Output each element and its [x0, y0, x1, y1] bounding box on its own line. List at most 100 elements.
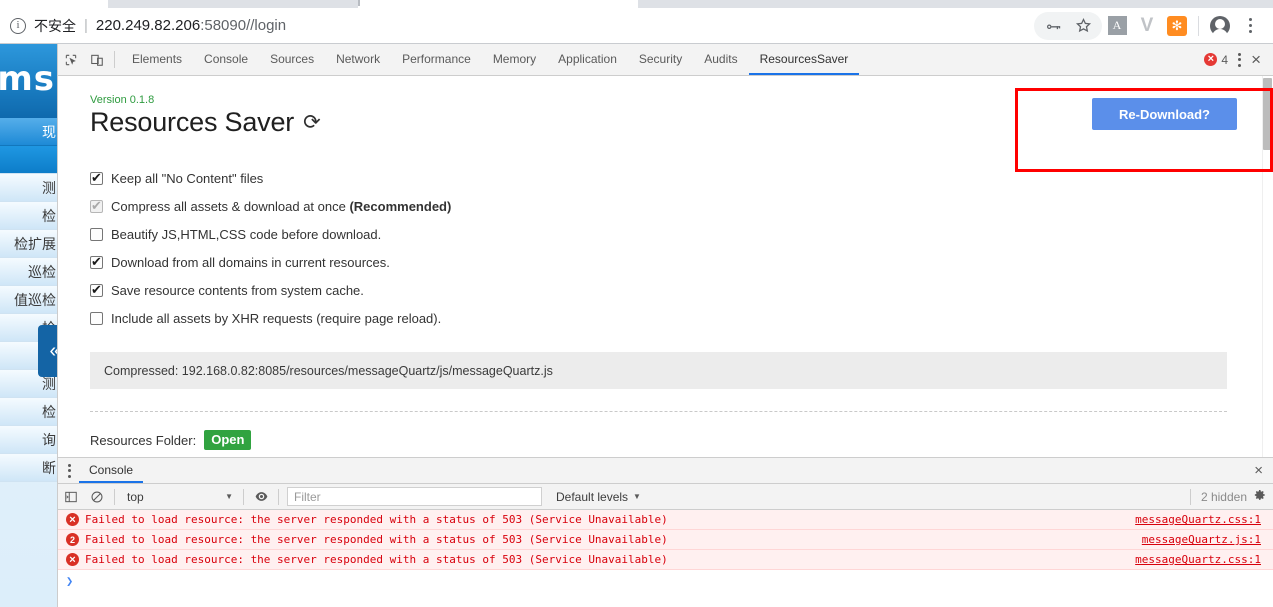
option-row-4[interactable]: Save resource contents from system cache…: [90, 276, 1237, 304]
option-row-0[interactable]: Keep all "No Content" files: [90, 164, 1237, 192]
checkbox-1[interactable]: [90, 200, 103, 213]
checkbox-label-3: Download from all domains in current res…: [111, 255, 390, 270]
console-message-row[interactable]: Failed to load resource: the server resp…: [58, 510, 1273, 530]
hidden-messages-count[interactable]: 2 hidden: [1201, 490, 1247, 504]
error-count-badge[interactable]: 4: [1204, 53, 1228, 67]
profile-icon[interactable]: [1205, 11, 1235, 41]
resources-saver-panel: Version 0.1.8 Resources Saver ⟳ Keep all…: [58, 76, 1273, 457]
key-icon[interactable]: [1038, 11, 1068, 41]
sidebar-item-label: 检: [42, 206, 56, 226]
checkbox-4[interactable]: [90, 284, 103, 297]
devtools-close-icon[interactable]: ×: [1251, 50, 1265, 70]
address-bar[interactable]: 220.249.82.206:58090//login: [96, 17, 286, 35]
chevron-down-icon-2: ▼: [633, 492, 641, 501]
sidebar-item-12[interactable]: 断: [0, 454, 57, 482]
console-message-row[interactable]: 2Failed to load resource: the server res…: [58, 530, 1273, 550]
devtools-tabs[interactable]: ElementsConsoleSourcesNetworkPerformance…: [121, 44, 859, 75]
drawer-tabbar: Console ×: [58, 458, 1273, 484]
tab-memory[interactable]: Memory: [482, 44, 547, 75]
tab-console[interactable]: Console: [193, 44, 259, 75]
option-row-2[interactable]: Beautify JS,HTML,CSS code before downloa…: [90, 220, 1237, 248]
filter-input[interactable]: Filter: [287, 487, 542, 506]
sidebar-item-1[interactable]: [0, 146, 57, 174]
option-row-5[interactable]: Include all assets by XHR requests (requ…: [90, 304, 1237, 332]
tab-elements[interactable]: Elements: [121, 44, 193, 75]
sidebar-item-10[interactable]: 检: [0, 398, 57, 426]
checkbox-2[interactable]: [90, 228, 103, 241]
browser-tab-1[interactable]: [108, 0, 358, 8]
drawer-menu-icon[interactable]: [58, 458, 79, 483]
console-toolbar-right: 2 hidden: [1186, 488, 1273, 505]
refresh-icon[interactable]: ⟳: [303, 110, 321, 135]
sidebar-item-5[interactable]: 巡检: [0, 258, 57, 286]
toolbar-divider: [1198, 16, 1199, 36]
panel-title-row: Resources Saver ⟳: [90, 107, 1237, 138]
gear-icon[interactable]: [1253, 488, 1267, 505]
browser-tabstrip: [0, 0, 1273, 8]
chevron-down-icon: ▼: [225, 492, 233, 501]
sidebar-item-label: 值巡检: [14, 290, 56, 310]
tab-console[interactable]: Console: [79, 458, 143, 483]
tab-security[interactable]: Security: [628, 44, 693, 75]
password-save-pill[interactable]: [1034, 12, 1102, 40]
site-info-icon[interactable]: i: [10, 18, 26, 34]
options-list[interactable]: Keep all "No Content" filesCompress all …: [90, 164, 1237, 332]
checkbox-5[interactable]: [90, 312, 103, 325]
panel-scrollbar[interactable]: [1262, 76, 1273, 457]
inspect-element-icon[interactable]: [58, 44, 84, 75]
console-sidebar-icon[interactable]: [58, 490, 84, 504]
tab-sources[interactable]: Sources: [259, 44, 325, 75]
checkbox-0[interactable]: [90, 172, 103, 185]
devtools-menu-icon[interactable]: [1228, 53, 1251, 67]
open-folder-button[interactable]: Open: [204, 430, 251, 450]
console-prompt[interactable]: ❯: [58, 570, 1273, 592]
console-source-link[interactable]: messageQuartz.css:1: [1135, 553, 1273, 566]
log-levels-select[interactable]: Default levels ▼: [556, 490, 641, 504]
live-expression-icon[interactable]: [248, 489, 274, 504]
console-source-link[interactable]: messageQuartz.js:1: [1142, 533, 1273, 546]
omnibox-actions: A V ✻: [1034, 11, 1273, 41]
browser-tab-2[interactable]: [638, 0, 1273, 8]
tab-performance[interactable]: Performance: [391, 44, 482, 75]
sidebar-item-6[interactable]: 值巡检: [0, 286, 57, 314]
drawer-close-icon[interactable]: ×: [1244, 458, 1273, 483]
url-path: :58090//login: [200, 17, 286, 34]
version-label: Version 0.1.8: [90, 94, 1237, 106]
omnibox-divider: |: [84, 17, 88, 34]
console-toolbar: top ▼ Filter Default levels ▼ 2 hidden: [58, 484, 1273, 510]
browser-menu-icon[interactable]: [1235, 11, 1265, 41]
checkbox-3[interactable]: [90, 256, 103, 269]
sidebar-item-2[interactable]: 测: [0, 174, 57, 202]
sidebar-item-11[interactable]: 询: [0, 426, 57, 454]
console-messages[interactable]: Failed to load resource: the server resp…: [58, 510, 1273, 607]
pdf-extension-icon[interactable]: A: [1102, 11, 1132, 41]
clear-console-icon[interactable]: [84, 490, 110, 504]
sidebar-item-4[interactable]: 检扩展: [0, 230, 57, 258]
execution-context-select[interactable]: top ▼: [119, 490, 239, 504]
v-extension-icon[interactable]: V: [1132, 11, 1162, 41]
panel-scrollbar-thumb[interactable]: [1263, 78, 1272, 150]
sidebar-item-3[interactable]: 检: [0, 202, 57, 230]
devtools-tabbar: ElementsConsoleSourcesNetworkPerformance…: [58, 44, 1273, 76]
resources-folder-label: Resources Folder:: [90, 433, 196, 448]
console-source-link[interactable]: messageQuartz.css:1: [1135, 513, 1273, 526]
console-message-text: Failed to load resource: the server resp…: [85, 553, 668, 566]
bookmark-star-icon[interactable]: [1068, 11, 1098, 41]
console-message-row[interactable]: Failed to load resource: the server resp…: [58, 550, 1273, 570]
tab-audits[interactable]: Audits: [693, 44, 748, 75]
tab-application[interactable]: Application: [547, 44, 628, 75]
error-icon: [66, 553, 79, 566]
sidebar-item-0[interactable]: 现: [0, 118, 57, 146]
device-toolbar-icon[interactable]: [84, 44, 110, 75]
toolbar-divider-4: [1190, 489, 1191, 505]
redownload-button[interactable]: Re-Download?: [1092, 98, 1237, 130]
option-row-3[interactable]: Download from all domains in current res…: [90, 248, 1237, 276]
tab-resourcessaver[interactable]: ResourcesSaver: [749, 44, 860, 75]
tabstrip-left-fill: [0, 0, 108, 8]
site-sidebar-menu[interactable]: 现测检检扩展巡检值巡检检测测检询断: [0, 118, 57, 482]
tab-network[interactable]: Network: [325, 44, 391, 75]
option-row-1[interactable]: Compress all assets & download at once (…: [90, 192, 1237, 220]
orange-extension-icon[interactable]: ✻: [1162, 11, 1192, 41]
site-sidebar[interactable]: ms 现测检检扩展巡检值巡检检测测检询断: [0, 40, 57, 607]
devtools-tabbar-actions: 4 ×: [1204, 44, 1273, 75]
